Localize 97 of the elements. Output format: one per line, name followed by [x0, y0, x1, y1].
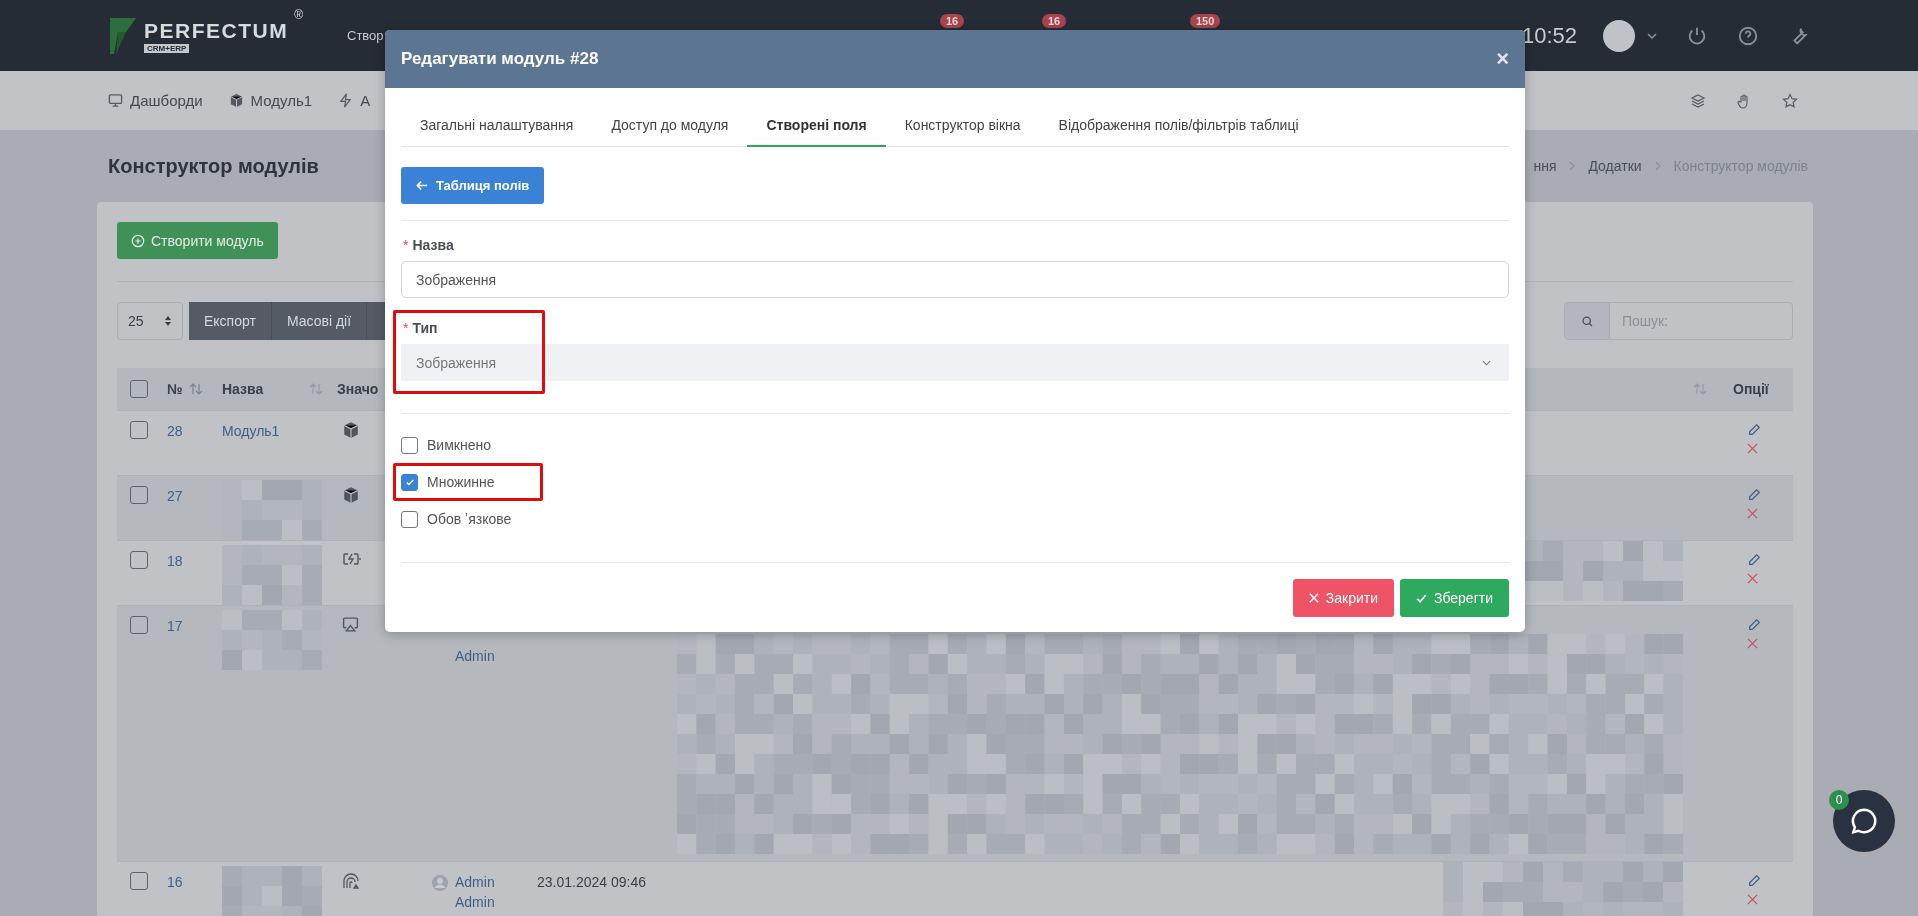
checkbox[interactable] — [401, 473, 418, 491]
checkbox-label[interactable]: Обов ʼязкове — [427, 511, 512, 527]
required-mark: * — [403, 237, 409, 253]
nav-link[interactable]: Дашборди — [130, 92, 203, 109]
row-checkbox[interactable] — [130, 616, 148, 634]
registered-mark: ® — [294, 7, 303, 22]
star-icon[interactable] — [1782, 92, 1798, 109]
field-label: Тип — [412, 320, 438, 336]
breadcrumb[interactable]: Додатки — [1588, 158, 1642, 174]
sort-caret-icon — [164, 315, 172, 327]
type-select[interactable]: Зображення — [401, 344, 1509, 381]
page-title: Конструктор модулів — [108, 154, 320, 178]
cube-icon — [342, 421, 360, 439]
checkbox-label[interactable]: Вимкнено — [427, 437, 491, 453]
row-number[interactable]: 18 — [167, 541, 222, 569]
airplay-icon — [342, 616, 359, 633]
chat-badge: 0 — [1829, 790, 1849, 810]
row-checkbox[interactable] — [130, 486, 148, 504]
toolbar-button[interactable]: Експорт — [189, 302, 272, 340]
notification-badge: 16 — [1042, 14, 1067, 28]
delete-icon[interactable] — [1747, 508, 1758, 519]
chat-bubble-icon — [1849, 806, 1879, 836]
field-label: Назва — [412, 237, 454, 253]
cube-icon[interactable] — [228, 93, 244, 108]
search-icon — [1580, 314, 1594, 328]
column-header[interactable]: Значо — [337, 381, 379, 397]
chevron-down-icon — [1482, 359, 1491, 366]
chevron-icon — [1654, 161, 1661, 171]
checkbox[interactable] — [401, 510, 418, 528]
edit-icon[interactable] — [1747, 423, 1761, 437]
tab[interactable]: Конструктор вікна — [885, 105, 1040, 147]
sort-icon[interactable] — [188, 383, 203, 395]
row-checkbox[interactable] — [130, 872, 148, 890]
created-date: 23.01.2024 09:46 — [537, 874, 646, 890]
notification-badge: 16 — [940, 14, 965, 28]
breadcrumb[interactable]: ння — [1533, 158, 1557, 174]
caret-icon[interactable] — [1647, 32, 1657, 39]
avatar-icon[interactable] — [1603, 19, 1635, 52]
delete-icon[interactable] — [1747, 443, 1758, 454]
edit-icon[interactable] — [1747, 488, 1761, 502]
column-header[interactable]: № — [167, 381, 183, 397]
edit-icon[interactable] — [1747, 553, 1761, 567]
dialog-title: Редагувати модуль #28 — [401, 49, 599, 69]
author-name[interactable]: Admin — [455, 648, 495, 664]
tab[interactable]: Створені поля — [747, 105, 886, 147]
row-number[interactable]: 27 — [167, 476, 222, 504]
select-all-checkbox[interactable] — [130, 380, 148, 398]
author-name[interactable]: Admin — [455, 874, 495, 890]
logo-icon — [108, 15, 138, 56]
monitor-icon[interactable] — [108, 93, 123, 108]
layers-icon[interactable] — [1690, 92, 1706, 109]
author-name[interactable]: Admin — [455, 894, 495, 910]
delete-icon[interactable] — [1747, 894, 1758, 905]
logo-text: PERFECTUM — [144, 18, 289, 43]
name-input[interactable]: Зображення — [401, 261, 1509, 298]
nav-link[interactable]: Модуль1 — [250, 92, 313, 109]
row-number[interactable]: 16 — [167, 862, 222, 890]
close-dialog-button[interactable]: Закрити — [1292, 579, 1394, 617]
row-number[interactable]: 28 — [167, 411, 222, 439]
close-icon — [1308, 593, 1319, 603]
plus-circle-icon — [131, 233, 145, 248]
signal-icon — [342, 872, 360, 890]
chevron-icon — [1569, 161, 1576, 171]
row-number[interactable]: 17 — [167, 606, 222, 634]
row-checkbox[interactable] — [130, 421, 148, 439]
arrow-left-icon — [416, 180, 428, 191]
notification-badge: 150 — [1190, 14, 1221, 28]
checkbox-label[interactable]: Множинне — [427, 474, 495, 490]
delete-icon[interactable] — [1747, 573, 1758, 584]
column-header: Опції — [1733, 381, 1769, 397]
tab[interactable]: Відображення полів/фільтрів таблиці — [1039, 105, 1318, 147]
user-avatar-icon — [431, 874, 449, 892]
check-icon — [404, 477, 415, 487]
edit-icon[interactable] — [1747, 618, 1761, 632]
required-mark: * — [403, 320, 409, 336]
save-button[interactable]: Зберегти — [1400, 579, 1509, 617]
nav-link[interactable]: А — [360, 92, 371, 109]
page-size-select[interactable]: 25 — [117, 302, 183, 340]
clock-time: 10:52 — [1522, 22, 1578, 49]
help-icon[interactable] — [1737, 24, 1759, 47]
close-button[interactable]: × — [1496, 48, 1509, 70]
tab[interactable]: Загальні налаштування — [401, 105, 593, 147]
column-header[interactable]: Назва — [222, 381, 264, 397]
check-icon — [1416, 592, 1427, 604]
cube-icon — [342, 486, 360, 504]
fields-table-button[interactable]: Таблиця полів — [401, 167, 545, 204]
bolt-icon[interactable] — [338, 93, 354, 108]
delete-icon[interactable] — [1747, 638, 1758, 649]
logo-tagline: CRM+ERP — [144, 43, 190, 53]
create-module-button[interactable]: Створити модуль — [117, 222, 278, 259]
row-checkbox[interactable] — [130, 551, 148, 569]
checkbox[interactable] — [401, 436, 418, 454]
edit-icon[interactable] — [1747, 874, 1761, 888]
module-name[interactable]: Модуль1 — [222, 423, 280, 439]
tab[interactable]: Доступ до модуля — [592, 105, 748, 147]
menu-item[interactable]: Створ — [347, 28, 384, 43]
battery-charging-icon — [342, 551, 362, 567]
